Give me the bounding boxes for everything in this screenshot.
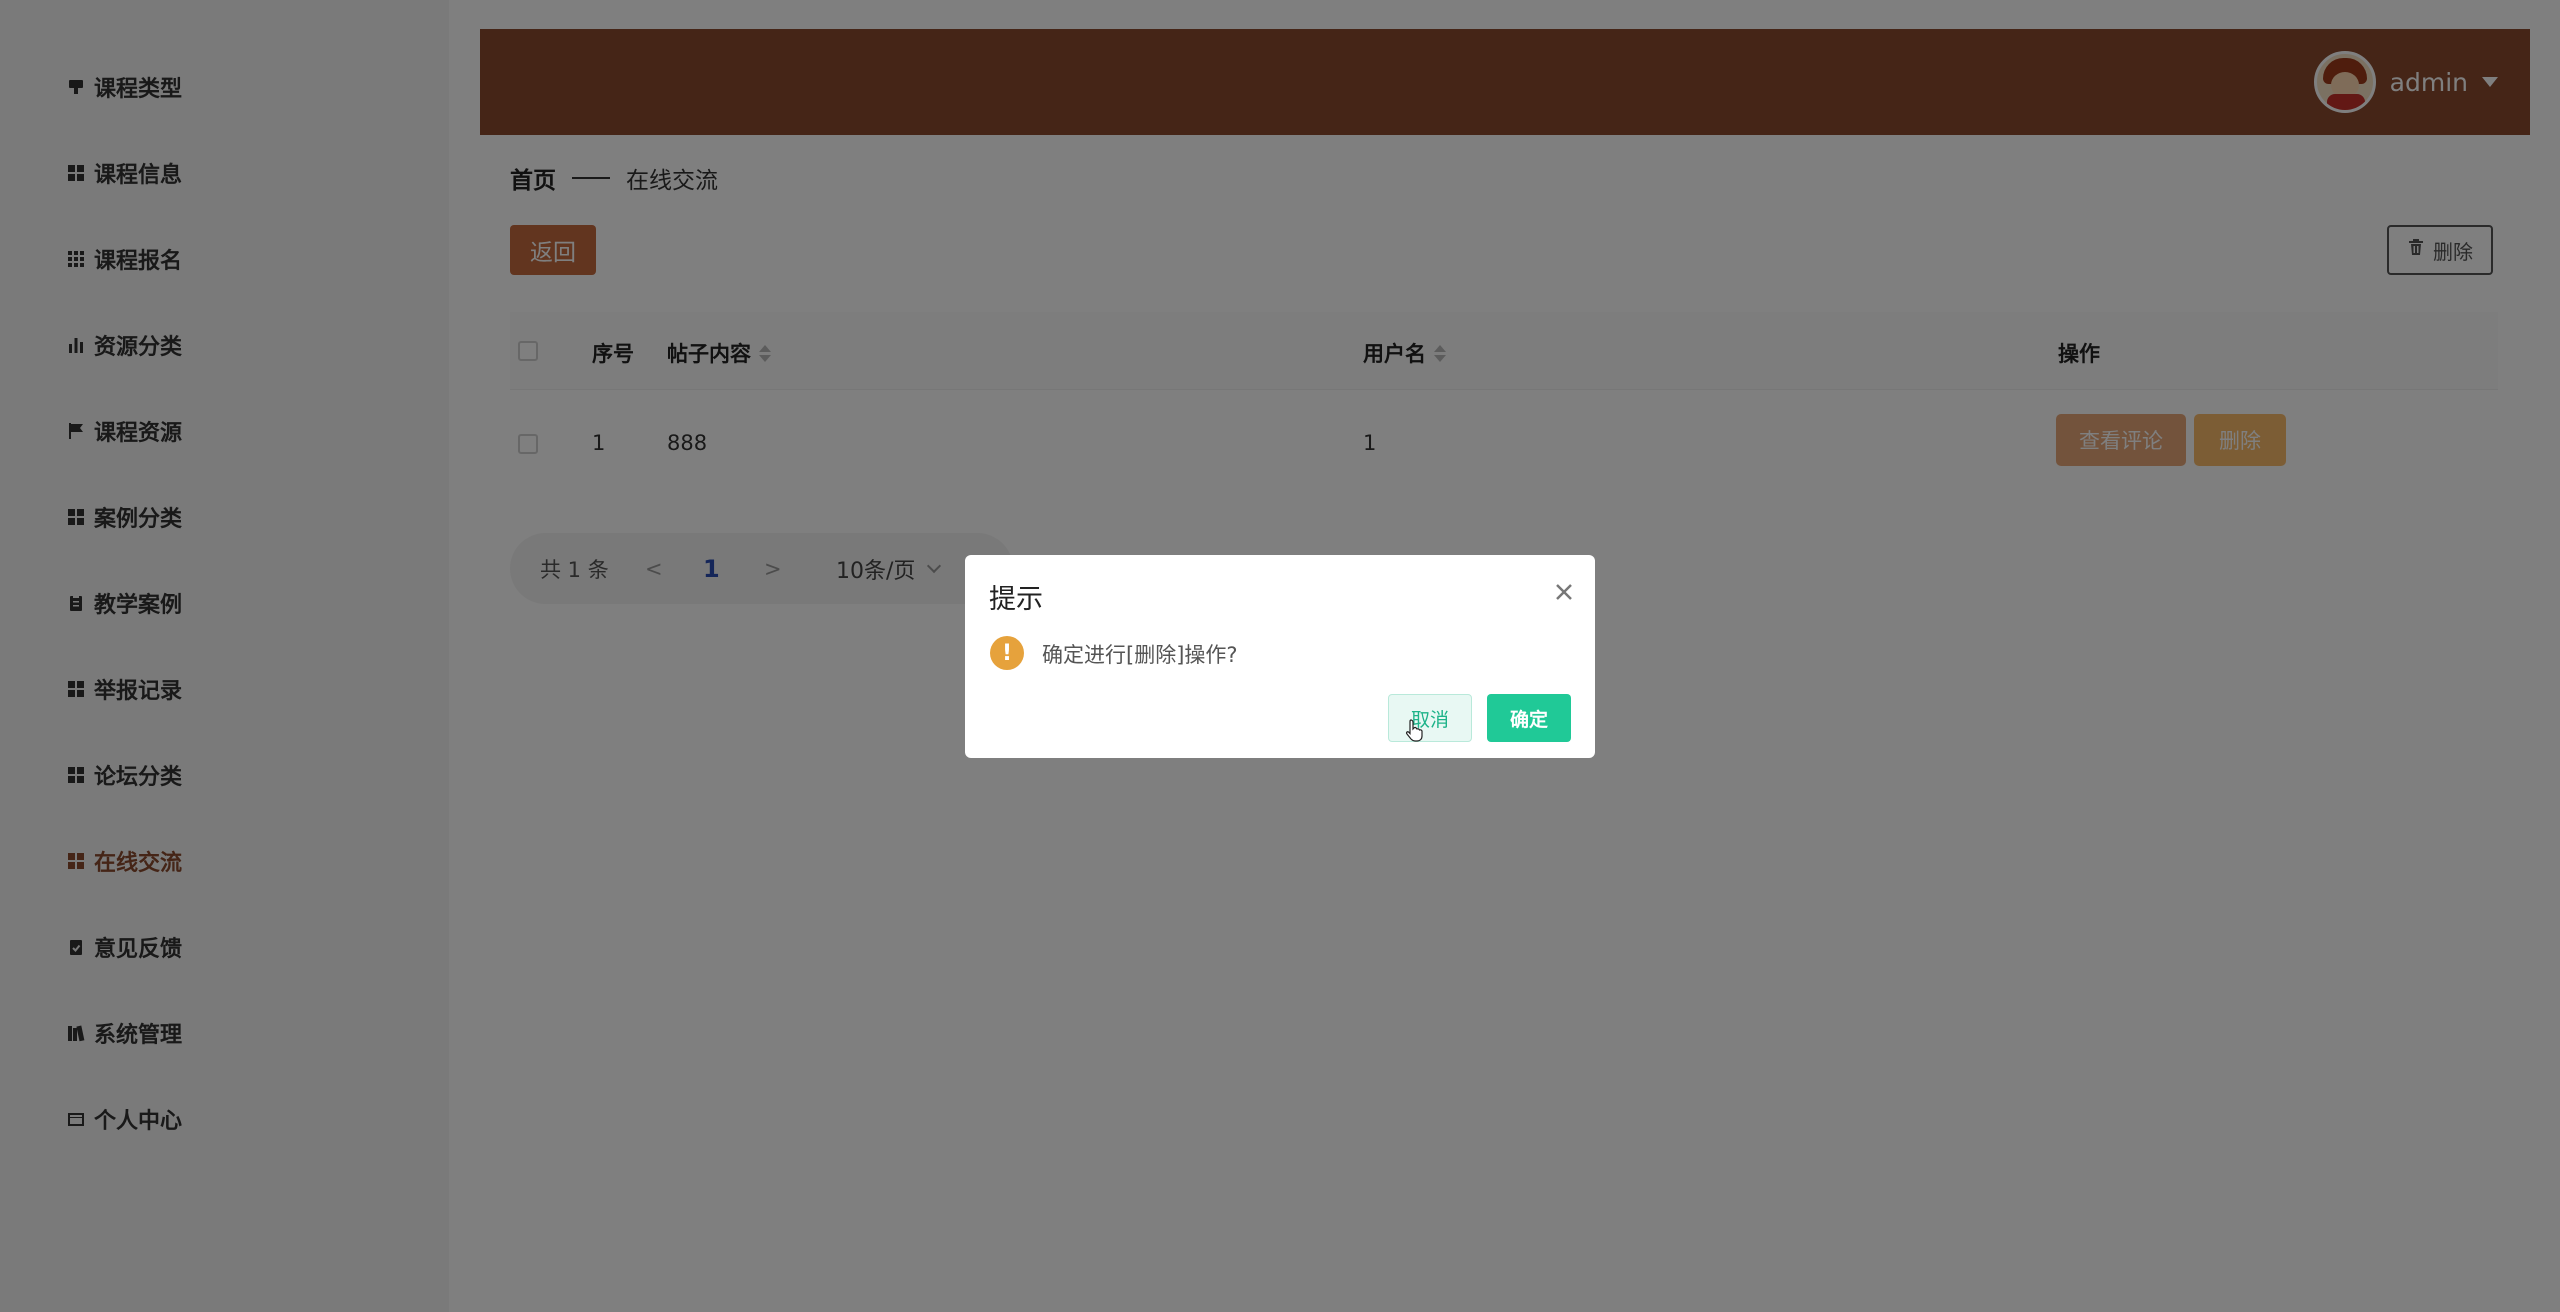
cancel-button[interactable]: 取消	[1388, 694, 1472, 742]
confirm-button[interactable]: 确定	[1487, 694, 1571, 742]
warning-icon: !	[990, 636, 1024, 670]
close-icon[interactable]	[1553, 581, 1579, 607]
dialog-title: 提示	[989, 584, 1043, 615]
confirm-dialog: 提示 ! 确定进行[删除]操作? 取消 确定	[965, 555, 1595, 758]
dialog-message: 确定进行[删除]操作?	[1042, 643, 1238, 667]
